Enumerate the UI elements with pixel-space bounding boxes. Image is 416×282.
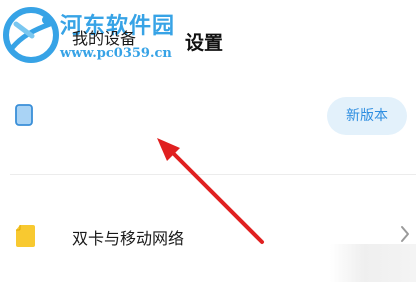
chevron-right-icon — [401, 226, 409, 242]
new-version-badge[interactable]: 新版本 — [327, 97, 407, 135]
blurred-area — [330, 244, 416, 282]
divider — [10, 174, 416, 175]
phone-icon — [15, 104, 33, 126]
dual-sim-label: 双卡与移动网络 — [72, 229, 185, 248]
sim-card-icon — [16, 225, 35, 247]
watermark-logo-icon — [3, 7, 59, 63]
my-device-label: 我的设备 — [72, 29, 137, 48]
settings-item-my-device[interactable]: 我的设备 新版本 — [0, 29, 416, 150]
